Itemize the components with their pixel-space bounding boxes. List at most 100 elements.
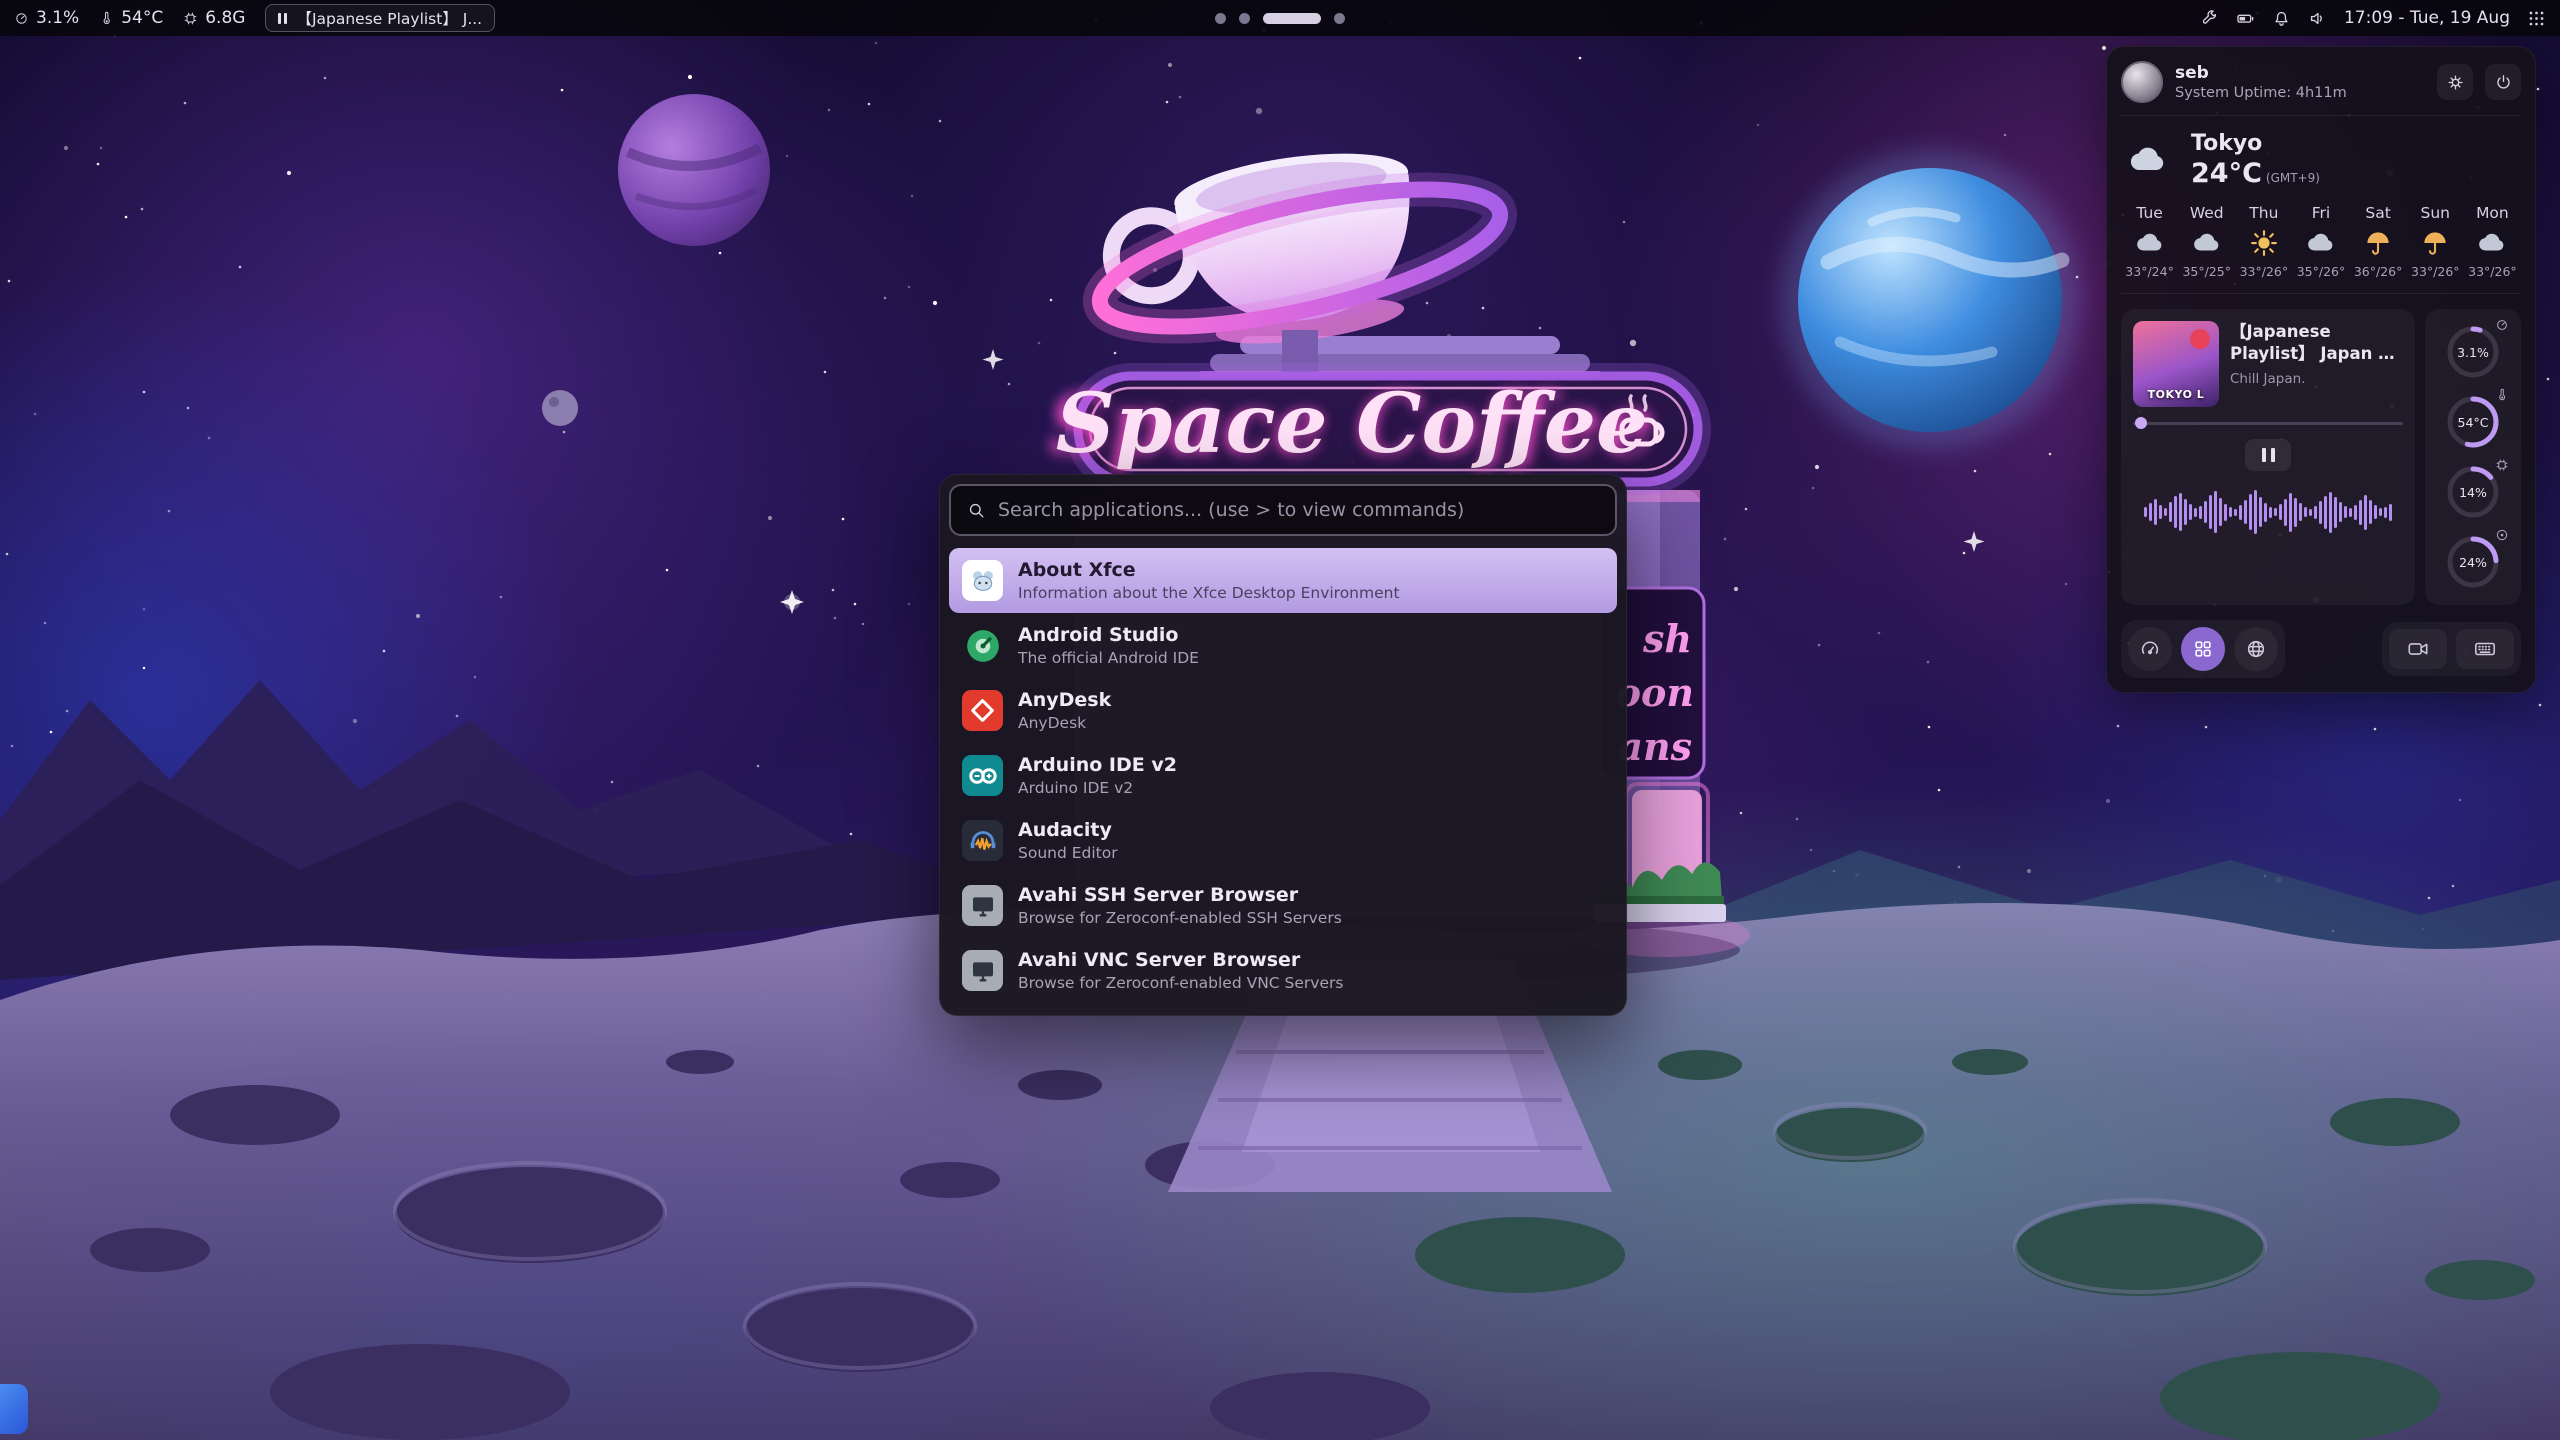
cpu-value: 3.1% (36, 8, 79, 28)
forecast-day: Fri 35°/26° (2292, 204, 2349, 279)
power-icon (2494, 73, 2513, 92)
disk-icon (2495, 528, 2509, 542)
speedometer-icon (2139, 638, 2161, 660)
gear-icon (2446, 73, 2465, 92)
battery-icon[interactable] (2236, 9, 2255, 28)
app-item-anydesk[interactable]: AnyDesk AnyDesk (949, 678, 1617, 743)
track-artist: Chill Japan. (2230, 371, 2403, 387)
search-input[interactable] (998, 499, 1599, 521)
seek-handle[interactable] (2135, 417, 2147, 429)
workspace-dot-2[interactable] (1239, 13, 1250, 24)
album-art-sun (2190, 329, 2210, 349)
wrench-icon[interactable] (2200, 9, 2219, 28)
settings-button[interactable] (2437, 64, 2473, 100)
audio-waveform (2133, 481, 2403, 543)
album-art[interactable]: TOKYO L (2133, 321, 2219, 407)
app-item-audacity[interactable]: Audacity Sound Editor (949, 808, 1617, 873)
workspace-dot-4[interactable] (1334, 13, 1345, 24)
forecast-day: Sun 33°/26° (2407, 204, 2464, 279)
search-bar (949, 484, 1617, 536)
workspace-dot-1[interactable] (1215, 13, 1226, 24)
app-title: Avahi SSH Server Browser (1018, 883, 1342, 908)
shop-window-text-1: sh (1642, 616, 1692, 661)
quick-actions-right (2382, 622, 2521, 676)
app-title: AnyDesk (1018, 688, 1111, 713)
memory-gauge: 14% (2442, 461, 2504, 523)
screencast-button[interactable] (2389, 629, 2447, 669)
globe-icon (2245, 638, 2267, 660)
search-icon (967, 501, 986, 520)
keyboard-button[interactable] (2456, 629, 2514, 669)
sun-icon (2249, 228, 2279, 258)
weather-timezone: (GMT+9) (2266, 171, 2320, 185)
cpu-gauge: 3.1% (2442, 321, 2504, 383)
app-description: Arduino IDE v2 (1018, 779, 1177, 798)
memory-chip-icon (183, 11, 198, 26)
app-icon-xfce (962, 560, 1003, 601)
keyboard-icon (2474, 638, 2496, 660)
forecast-day: Mon 33°/26° (2464, 204, 2521, 279)
app-description: Sound Editor (1018, 844, 1118, 863)
app-description: AnyDesk (1018, 714, 1111, 733)
dashboard-button[interactable] (2128, 627, 2172, 671)
app-title: Arduino IDE v2 (1018, 753, 1177, 778)
apps-button[interactable] (2181, 627, 2225, 671)
pause-button[interactable] (2245, 439, 2291, 471)
cloud-icon (2306, 228, 2336, 258)
app-title: Android Studio (1018, 623, 1199, 648)
app-description: Information about the Xfce Desktop Envir… (1018, 584, 1400, 603)
thermometer-icon (99, 11, 114, 26)
app-list: About Xfce Information about the Xfce De… (949, 548, 1617, 1003)
purple-planet (618, 94, 770, 246)
app-title: About Xfce (1018, 558, 1400, 583)
power-button[interactable] (2485, 64, 2521, 100)
app-icon-avahi-vnc (962, 950, 1003, 991)
forecast-day: Wed 35°/25° (2178, 204, 2235, 279)
app-item-android-studio[interactable]: Android Studio The official Android IDE (949, 613, 1617, 678)
memory-value: 6.8G (205, 8, 245, 28)
umbrella-icon (2363, 228, 2393, 258)
app-icon-anydesk (962, 690, 1003, 731)
shop-sign-text: Space Coffee (1056, 376, 1648, 472)
cpu-indicator[interactable]: 3.1% (14, 8, 79, 28)
app-icon-avahi-ssh (962, 885, 1003, 926)
system-gauges: 3.1% 54°C 14% 24% (2425, 309, 2521, 605)
media-chip-label: 【Japanese Playlist】 J... (296, 7, 482, 29)
app-title: Audacity (1018, 818, 1118, 843)
user-name: seb (2175, 63, 2347, 83)
disk-gauge: 24% (2442, 531, 2504, 593)
network-button[interactable] (2234, 627, 2278, 671)
media-chip[interactable]: 【Japanese Playlist】 J... (265, 4, 495, 32)
cpu-gauge-icon (2495, 318, 2509, 332)
app-launcher: About Xfce Information about the Xfce De… (939, 474, 1627, 1016)
camera-icon (2407, 638, 2429, 660)
memory-indicator[interactable]: 6.8G (183, 8, 245, 28)
thermometer-icon (2495, 388, 2509, 402)
workspace-active-pill[interactable] (1263, 13, 1321, 24)
volume-icon[interactable] (2308, 9, 2327, 28)
media-player-card: TOKYO L 【Japanese Playlist】 Japan All Ni… (2121, 309, 2415, 605)
quick-actions (2121, 620, 2521, 678)
seek-slider[interactable] (2133, 417, 2403, 429)
cloud-icon (2121, 140, 2175, 180)
temperature-gauge: 54°C (2442, 391, 2504, 453)
app-item-arduino-ide[interactable]: Arduino IDE v2 Arduino IDE v2 (949, 743, 1617, 808)
avatar[interactable] (2121, 61, 2163, 103)
cpu-gauge-icon (14, 11, 29, 26)
album-art-text: TOKYO L (2133, 388, 2219, 401)
app-item-about-xfce[interactable]: About Xfce Information about the Xfce De… (949, 548, 1617, 613)
umbrella-icon (2420, 228, 2450, 258)
app-item-avahi-vnc[interactable]: Avahi VNC Server Browser Browse for Zero… (949, 938, 1617, 1003)
app-icon-android-studio (962, 625, 1003, 666)
pause-icon (278, 13, 287, 24)
weather-temperature: 24°C(GMT+9) (2191, 158, 2320, 189)
temperature-indicator[interactable]: 54°C (99, 8, 163, 28)
app-grid-icon[interactable] (2527, 9, 2546, 28)
app-title: Avahi VNC Server Browser (1018, 948, 1343, 973)
small-moon (542, 390, 578, 426)
memory-chip-icon (2495, 458, 2509, 472)
system-uptime: System Uptime: 4h11m (2175, 85, 2347, 101)
bell-icon[interactable] (2272, 9, 2291, 28)
app-item-avahi-ssh[interactable]: Avahi SSH Server Browser Browse for Zero… (949, 873, 1617, 938)
clock[interactable]: 17:09 - Tue, 19 Aug (2344, 8, 2510, 28)
